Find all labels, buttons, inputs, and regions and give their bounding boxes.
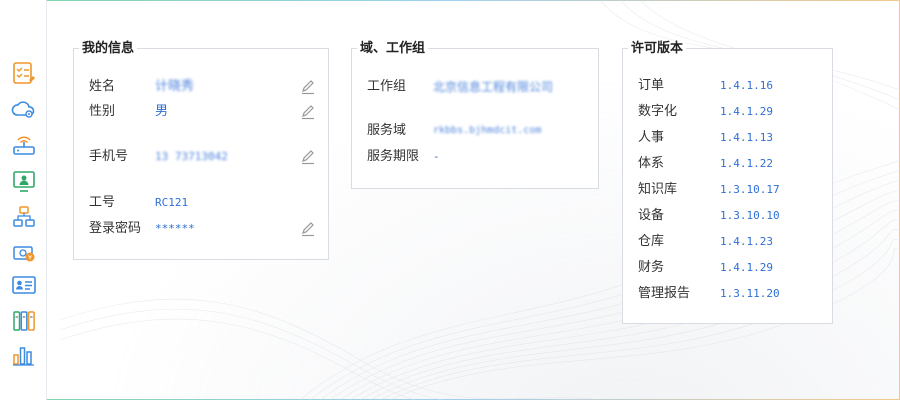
license-item: 数字化 1.4.1.29 — [638, 101, 828, 123]
license-item: 订单 1.4.1.16 — [638, 75, 828, 97]
edit-gender-icon[interactable] — [300, 104, 316, 120]
license-module-version: 1.3.10.10 — [720, 209, 780, 222]
job-id-value: RC121 — [155, 196, 189, 209]
cloud-gear-icon[interactable] — [11, 96, 37, 122]
workgroup-value: 北京信息工程有限公司 — [433, 80, 554, 94]
license-item: 知识库 1.3.10.17 — [638, 179, 828, 201]
license-module-version: 1.4.1.29 — [720, 105, 773, 118]
license-item: 财务 1.4.1.29 — [638, 257, 828, 279]
gender-label: 性别 — [89, 104, 116, 119]
domain-workgroup-card: 域、工作组 工作组 北京信息工程有限公司 服务域 rkbbs.bjhmdcit.… — [351, 40, 599, 189]
license-item: 管理报告 1.3.11.20 — [638, 283, 828, 305]
phone-row: 手机号 13 73713042 — [89, 146, 318, 168]
service-domain-row: 服务域 rkbbs.bjhmdcit.com — [367, 120, 588, 142]
job-id-row: 工号 RC121 — [89, 192, 318, 214]
password-label: 登录密码 — [89, 221, 142, 236]
org-structure-icon[interactable] — [11, 204, 37, 230]
sidebar: ¥ — [0, 0, 47, 400]
license-module-name: 仓库 — [638, 234, 665, 249]
license-version-title: 许可版本 — [628, 40, 687, 57]
license-version-card: 许可版本 订单 1.4.1.16 数字化 1.4.1.29 人事 1.4.1.1… — [622, 40, 833, 324]
license-module-version: 1.3.10.17 — [720, 183, 780, 196]
router-icon[interactable] — [11, 132, 37, 158]
bar-chart-icon[interactable] — [11, 342, 37, 368]
name-label: 姓名 — [89, 79, 116, 94]
license-module-version: 1.4.1.23 — [720, 235, 773, 248]
edit-name-icon[interactable] — [300, 79, 316, 95]
license-item: 仓库 1.4.1.23 — [638, 231, 828, 253]
license-item: 人事 1.4.1.13 — [638, 127, 828, 149]
id-card-icon[interactable] — [11, 272, 37, 298]
license-module-name: 财务 — [638, 260, 665, 275]
license-module-name: 设备 — [638, 208, 665, 223]
phone-value: 13 73713042 — [155, 150, 228, 163]
service-domain-value: rkbbs.bjhmdcit.com — [433, 125, 542, 136]
license-item: 设备 1.3.10.10 — [638, 205, 828, 227]
password-value: ****** — [155, 222, 195, 235]
my-info-card: 我的信息 姓名 计晓秀 性别 男 手机号 13 73713042 工号 RC12… — [73, 40, 329, 260]
name-row: 姓名 计晓秀 — [89, 76, 318, 98]
phone-label: 手机号 — [89, 149, 129, 164]
license-module-version: 1.3.11.20 — [720, 287, 780, 300]
password-row: 登录密码 ****** — [89, 218, 318, 240]
monitor-user-icon[interactable] — [11, 168, 37, 194]
my-info-title: 我的信息 — [79, 40, 138, 57]
license-module-name: 订单 — [638, 78, 665, 93]
job-id-label: 工号 — [89, 195, 116, 210]
svg-text:¥: ¥ — [28, 255, 32, 262]
license-module-name: 体系 — [638, 156, 665, 171]
edit-password-icon[interactable] — [300, 221, 316, 237]
license-item: 体系 1.4.1.22 — [638, 153, 828, 175]
domain-workgroup-title: 域、工作组 — [357, 40, 429, 57]
checklist-document-icon[interactable] — [11, 60, 37, 86]
service-period-value: - — [433, 150, 440, 163]
license-module-version: 1.4.1.13 — [720, 131, 773, 144]
license-module-name: 管理报告 — [638, 286, 691, 301]
license-module-version: 1.4.1.16 — [720, 79, 773, 92]
license-module-version: 1.4.1.29 — [720, 261, 773, 274]
gender-value: 男 — [155, 104, 169, 119]
service-domain-label: 服务域 — [367, 123, 407, 138]
workgroup-row: 工作组 北京信息工程有限公司 — [367, 76, 588, 98]
service-period-label: 服务期限 — [367, 149, 420, 164]
workgroup-label: 工作组 — [367, 79, 407, 94]
edit-phone-icon[interactable] — [300, 149, 316, 165]
money-icon[interactable]: ¥ — [11, 240, 37, 266]
gender-row: 性别 男 — [89, 101, 318, 123]
license-module-version: 1.4.1.22 — [720, 157, 773, 170]
license-module-name: 人事 — [638, 130, 665, 145]
name-value: 计晓秀 — [155, 79, 195, 94]
license-module-name: 知识库 — [638, 182, 678, 197]
binders-icon[interactable] — [11, 308, 37, 334]
license-module-name: 数字化 — [638, 104, 678, 119]
service-period-row: 服务期限 - — [367, 146, 588, 168]
